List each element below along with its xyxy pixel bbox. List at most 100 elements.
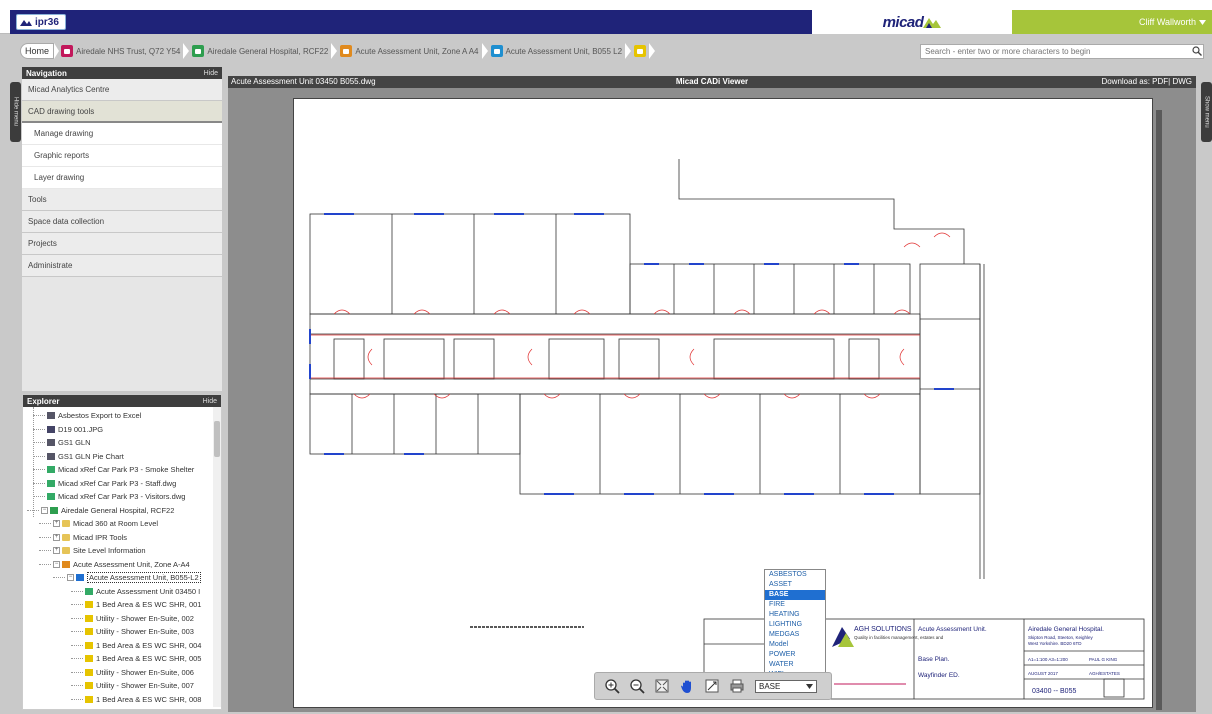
nav-graphic-reports[interactable]: Graphic reports	[22, 145, 222, 167]
download-links[interactable]: Download as: PDF| DWG	[1101, 77, 1192, 86]
layer-option[interactable]: ASBESTOS	[765, 570, 825, 580]
breadcrumb-item[interactable]: Acute Assessment Unit, B055 L2	[490, 43, 626, 59]
tree-node[interactable]: Utility - Shower En-Suite, 007	[85, 679, 194, 692]
nav-analytics[interactable]: Micad Analytics Centre	[22, 79, 222, 101]
tree-node[interactable]: GS1 GLN	[47, 436, 91, 449]
tree-node[interactable]: Micad xRef Car Park P3 - Visitors.dwg	[47, 490, 185, 503]
nav-cad-tools[interactable]: CAD drawing tools	[22, 101, 222, 123]
user-menu[interactable]: Cliff Wallworth	[1012, 10, 1212, 34]
tree-connector	[71, 590, 83, 592]
breadcrumb-item[interactable]: Airedale NHS Trust, Q72 Y54	[61, 43, 183, 59]
layer-option[interactable]: ASSET	[765, 580, 825, 590]
layer-select[interactable]: BASE	[755, 679, 817, 693]
explorer-hide-button[interactable]: Hide	[203, 398, 217, 405]
tree-node[interactable]: 5 Bed Area, 009	[85, 706, 150, 707]
nav-layer-drawing[interactable]: Layer drawing	[22, 167, 222, 189]
nav-label: Manage drawing	[34, 129, 94, 138]
tree-node[interactable]: Utility - Shower En-Suite, 002	[85, 612, 194, 625]
tree-node[interactable]: Utility - Shower En-Suite, 003	[85, 625, 194, 638]
breadcrumb-arrow	[183, 43, 190, 59]
tree-node[interactable]: Micad xRef Car Park P3 - Staff.dwg	[47, 477, 176, 490]
zoom-out-button[interactable]	[626, 675, 648, 697]
tree-node[interactable]: + Micad IPR Tools	[53, 531, 127, 544]
explorer-scrollbar[interactable]	[213, 407, 221, 707]
navigation-panel: Navigation Hide Micad Analytics Centre C…	[22, 67, 222, 391]
folder-icon	[490, 45, 503, 57]
navigation-hide-button[interactable]: Hide	[204, 70, 218, 77]
navigation-title: Navigation	[26, 68, 67, 78]
tree-node[interactable]: + Micad 360 at Room Level	[53, 517, 158, 530]
brand-text: micad	[882, 13, 924, 31]
zoom-in-button[interactable]	[601, 675, 623, 697]
drawing-sheet[interactable]: AGH SOLUTIONS Quality in facilities mana…	[293, 98, 1153, 708]
tree-node[interactable]: + Site Level Information	[53, 544, 146, 557]
drawing-canvas[interactable]: AGH SOLUTIONS Quality in facilities mana…	[228, 88, 1196, 712]
tree-node-label: Micad IPR Tools	[73, 532, 128, 542]
tree-node[interactable]: − Airedale General Hospital, RCF22	[41, 504, 174, 517]
search-icon[interactable]	[1192, 46, 1202, 56]
layer-option[interactable]: FIRE	[765, 600, 825, 610]
tree-node[interactable]: GS1 GLN Pie Chart	[47, 450, 124, 463]
node-icon	[62, 560, 70, 568]
scroll-thumb[interactable]	[214, 421, 220, 457]
tree-node[interactable]: 1 Bed Area & ES WC SHR, 005	[85, 652, 201, 665]
nav-tools[interactable]: Tools	[22, 189, 222, 211]
tree-node[interactable]: 1 Bed Area & ES WC SHR, 001	[85, 598, 201, 611]
expand-icon[interactable]: +	[53, 547, 60, 554]
tree-node[interactable]: 1 Bed Area & ES WC SHR, 008	[85, 693, 201, 706]
file-icon	[47, 439, 55, 446]
tree-node[interactable]: − Acute Assessment Unit, B055-L2	[67, 571, 201, 584]
tree-node[interactable]: − Acute Assessment Unit, Zone A-A4	[53, 558, 190, 571]
tree-node-label: Utility - Shower En-Suite, 006	[96, 667, 194, 677]
layer-option[interactable]: MEDGAS	[765, 630, 825, 640]
nav-space-data[interactable]: Space data collection	[22, 211, 222, 233]
nav-projects[interactable]: Projects	[22, 233, 222, 255]
tree-node[interactable]: 1 Bed Area & ES WC SHR, 004	[85, 639, 201, 652]
nav-manage-drawing[interactable]: Manage drawing	[22, 123, 222, 145]
drawing-date: AUGUST 2017	[1028, 671, 1058, 676]
breadcrumb-item[interactable]	[634, 43, 649, 59]
nav-administrate[interactable]: Administrate	[22, 255, 222, 277]
node-icon	[85, 614, 93, 622]
full-extent-button[interactable]	[701, 675, 723, 697]
hide-menu-tab[interactable]: Hide menu	[10, 82, 21, 142]
layer-option[interactable]: Model	[765, 640, 825, 650]
pan-button[interactable]	[676, 675, 698, 697]
layer-option[interactable]: BASE	[765, 590, 825, 600]
tree-node[interactable]: Asbestos Export to Excel	[47, 409, 141, 422]
tree-node-label: Micad xRef Car Park P3 - Staff.dwg	[58, 478, 177, 488]
breadcrumb-item[interactable]: Airedale General Hospital, RCF22	[192, 43, 331, 59]
layer-option[interactable]: HEATING	[765, 610, 825, 620]
collapse-icon[interactable]: −	[53, 560, 60, 568]
hospital-name: Airedale General Hospital.	[1028, 626, 1104, 633]
layer-option[interactable]: LIGHTING	[765, 620, 825, 630]
expand-icon[interactable]: +	[53, 533, 60, 541]
search-input[interactable]	[920, 44, 1204, 59]
tree-connector	[33, 455, 45, 457]
tree-node[interactable]: Acute Assessment Unit 03450 I	[85, 585, 200, 598]
layer-dropdown-list[interactable]: ASBESTOS ASSET BASE FIRE HEATING LIGHTING MEDG…	[764, 569, 826, 681]
scale-value: A1=1:100 A3=1:200	[1028, 657, 1068, 662]
tree-node[interactable]: D19 001.JPG	[47, 423, 103, 436]
ipr-logo[interactable]: ipr36	[16, 14, 66, 30]
fit-to-window-button[interactable]	[651, 675, 673, 697]
tree-node-label: Utility - Shower En-Suite, 002	[96, 613, 194, 623]
expand-icon[interactable]: +	[53, 520, 60, 527]
node-icon	[85, 655, 93, 662]
layer-option[interactable]: POWER	[765, 650, 825, 660]
breadcrumb-label: Acute Assessment Unit, Zone A A4	[355, 46, 479, 56]
collapse-icon[interactable]: −	[41, 506, 48, 514]
breadcrumb-item[interactable]: Acute Assessment Unit, Zone A A4	[340, 43, 481, 59]
company-tagline: Quality in facilities management, estate…	[854, 635, 944, 640]
layer-option[interactable]: WATER	[765, 660, 825, 670]
node-icon	[85, 628, 93, 635]
tree-node-label: 1 Bed Area & ES WC SHR, 005	[96, 654, 202, 663]
show-menu-tab[interactable]: Show menu	[1201, 82, 1212, 142]
breadcrumb-home[interactable]: Home	[20, 43, 55, 59]
print-button[interactable]	[726, 675, 748, 697]
show-menu-label: Show menu	[1203, 96, 1210, 128]
tree-node[interactable]: Utility - Shower En-Suite, 006	[85, 666, 194, 679]
hide-menu-label: Hide menu	[12, 97, 19, 127]
tree-node[interactable]: Micad xRef Car Park P3 - Smoke Shelter	[47, 463, 194, 476]
collapse-icon[interactable]: −	[67, 574, 74, 581]
